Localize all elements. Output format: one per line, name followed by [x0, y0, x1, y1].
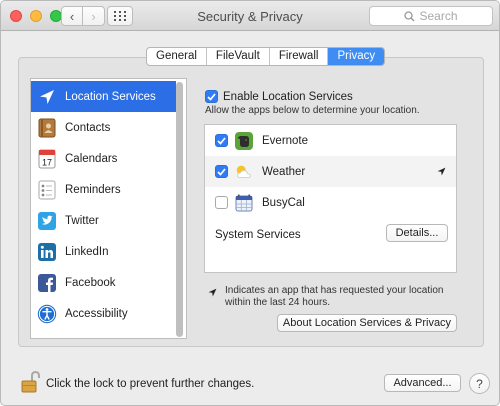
unlocked-padlock-icon [21, 370, 40, 393]
weather-sun-cloud-icon [234, 162, 254, 182]
facebook-icon [37, 273, 57, 293]
sidebar-scrollbar[interactable] [176, 82, 183, 337]
tab-firewall[interactable]: Firewall [270, 48, 329, 65]
help-question-label: ? [476, 376, 483, 391]
app-row-evernote: Evernote [205, 125, 456, 156]
preferences-window: ‹ › Security & Privacy Search General Fi… [0, 0, 500, 406]
calendar-icon: 17 [37, 149, 57, 169]
legend-text: Indicates an app that has requested your… [225, 285, 444, 308]
app-row-busycal: BusyCal [205, 187, 456, 218]
sidebar-item-label: Facebook [65, 276, 116, 289]
app-name: BusyCal [262, 196, 305, 209]
title-bar: ‹ › Security & Privacy Search [1, 1, 499, 31]
contacts-book-icon [37, 118, 57, 138]
sidebar-item-facebook[interactable]: Facebook [31, 267, 176, 298]
sidebar-item-label: Reminders [65, 183, 121, 196]
enable-location-services-label: Enable Location Services [223, 90, 353, 103]
recent-request-legend: Indicates an app that has requested your… [208, 285, 455, 309]
system-services-label: System Services [215, 228, 301, 241]
busycal-checkbox[interactable] [215, 196, 228, 209]
busycal-calendar-icon [234, 193, 254, 213]
enable-location-services-checkbox[interactable]: Enable Location Services [205, 90, 353, 103]
app-name: Weather [262, 165, 306, 178]
allow-apps-note: Allow the apps below to determine your l… [205, 105, 420, 116]
sidebar-item-reminders[interactable]: Reminders [31, 174, 176, 205]
checkmark-icon [217, 167, 226, 176]
sidebar-item-label: Twitter [65, 214, 99, 227]
sidebar-item-label: Contacts [65, 121, 111, 134]
privacy-category-list[interactable]: Location Services Contacts 17 Calendars … [30, 78, 187, 339]
sidebar-item-label: LinkedIn [65, 245, 109, 258]
app-row-weather: Weather [205, 156, 456, 187]
help-button[interactable]: ? [469, 373, 490, 394]
linkedin-icon [37, 242, 57, 262]
reminders-list-icon [37, 180, 57, 200]
details-button[interactable]: Details... [386, 224, 448, 242]
system-services-row: System Services Details... [205, 219, 456, 250]
sidebar-item-label: Location Services [65, 90, 156, 103]
location-arrow-icon [37, 87, 57, 107]
checkmark-icon [207, 92, 216, 101]
tab-bar: General FileVault Firewall Privacy [146, 47, 386, 66]
sidebar-item-contacts[interactable]: Contacts [31, 112, 176, 143]
advanced-button[interactable]: Advanced... [384, 374, 461, 392]
checkmark-icon [217, 136, 226, 145]
evernote-checkbox[interactable] [215, 134, 228, 147]
recent-location-arrow-icon [437, 167, 446, 176]
accessibility-icon [37, 304, 57, 324]
lock-button[interactable] [20, 370, 42, 397]
search-icon [404, 10, 415, 21]
sidebar-item-twitter[interactable]: Twitter [31, 205, 176, 236]
tab-privacy[interactable]: Privacy [328, 48, 385, 65]
svg-text:17: 17 [42, 157, 52, 167]
sidebar-item-location-services[interactable]: Location Services [31, 81, 176, 112]
app-name: Evernote [262, 134, 309, 147]
sidebar-item-accessibility[interactable]: Accessibility [31, 298, 176, 329]
twitter-bird-icon [37, 211, 57, 231]
sidebar-item-label: Accessibility [65, 307, 128, 320]
app-list: Evernote Weather BusyCal System Services… [204, 124, 457, 273]
weather-checkbox[interactable] [215, 165, 228, 178]
about-location-services-button[interactable]: About Location Services & Privacy [277, 314, 457, 332]
search-input[interactable]: Search [369, 6, 493, 26]
checkbox-checked[interactable] [205, 90, 218, 103]
sidebar-item-linkedin[interactable]: LinkedIn [31, 236, 176, 267]
sidebar-item-calendars[interactable]: 17 Calendars [31, 143, 176, 174]
tab-general[interactable]: General [147, 48, 207, 65]
sidebar-item-label: Calendars [65, 152, 118, 165]
lock-instruction-text: Click the lock to prevent further change… [46, 378, 255, 390]
location-arrow-icon [208, 288, 217, 297]
evernote-elephant-icon [234, 131, 254, 151]
search-placeholder: Search [419, 9, 458, 23]
tab-filevault[interactable]: FileVault [207, 48, 270, 65]
